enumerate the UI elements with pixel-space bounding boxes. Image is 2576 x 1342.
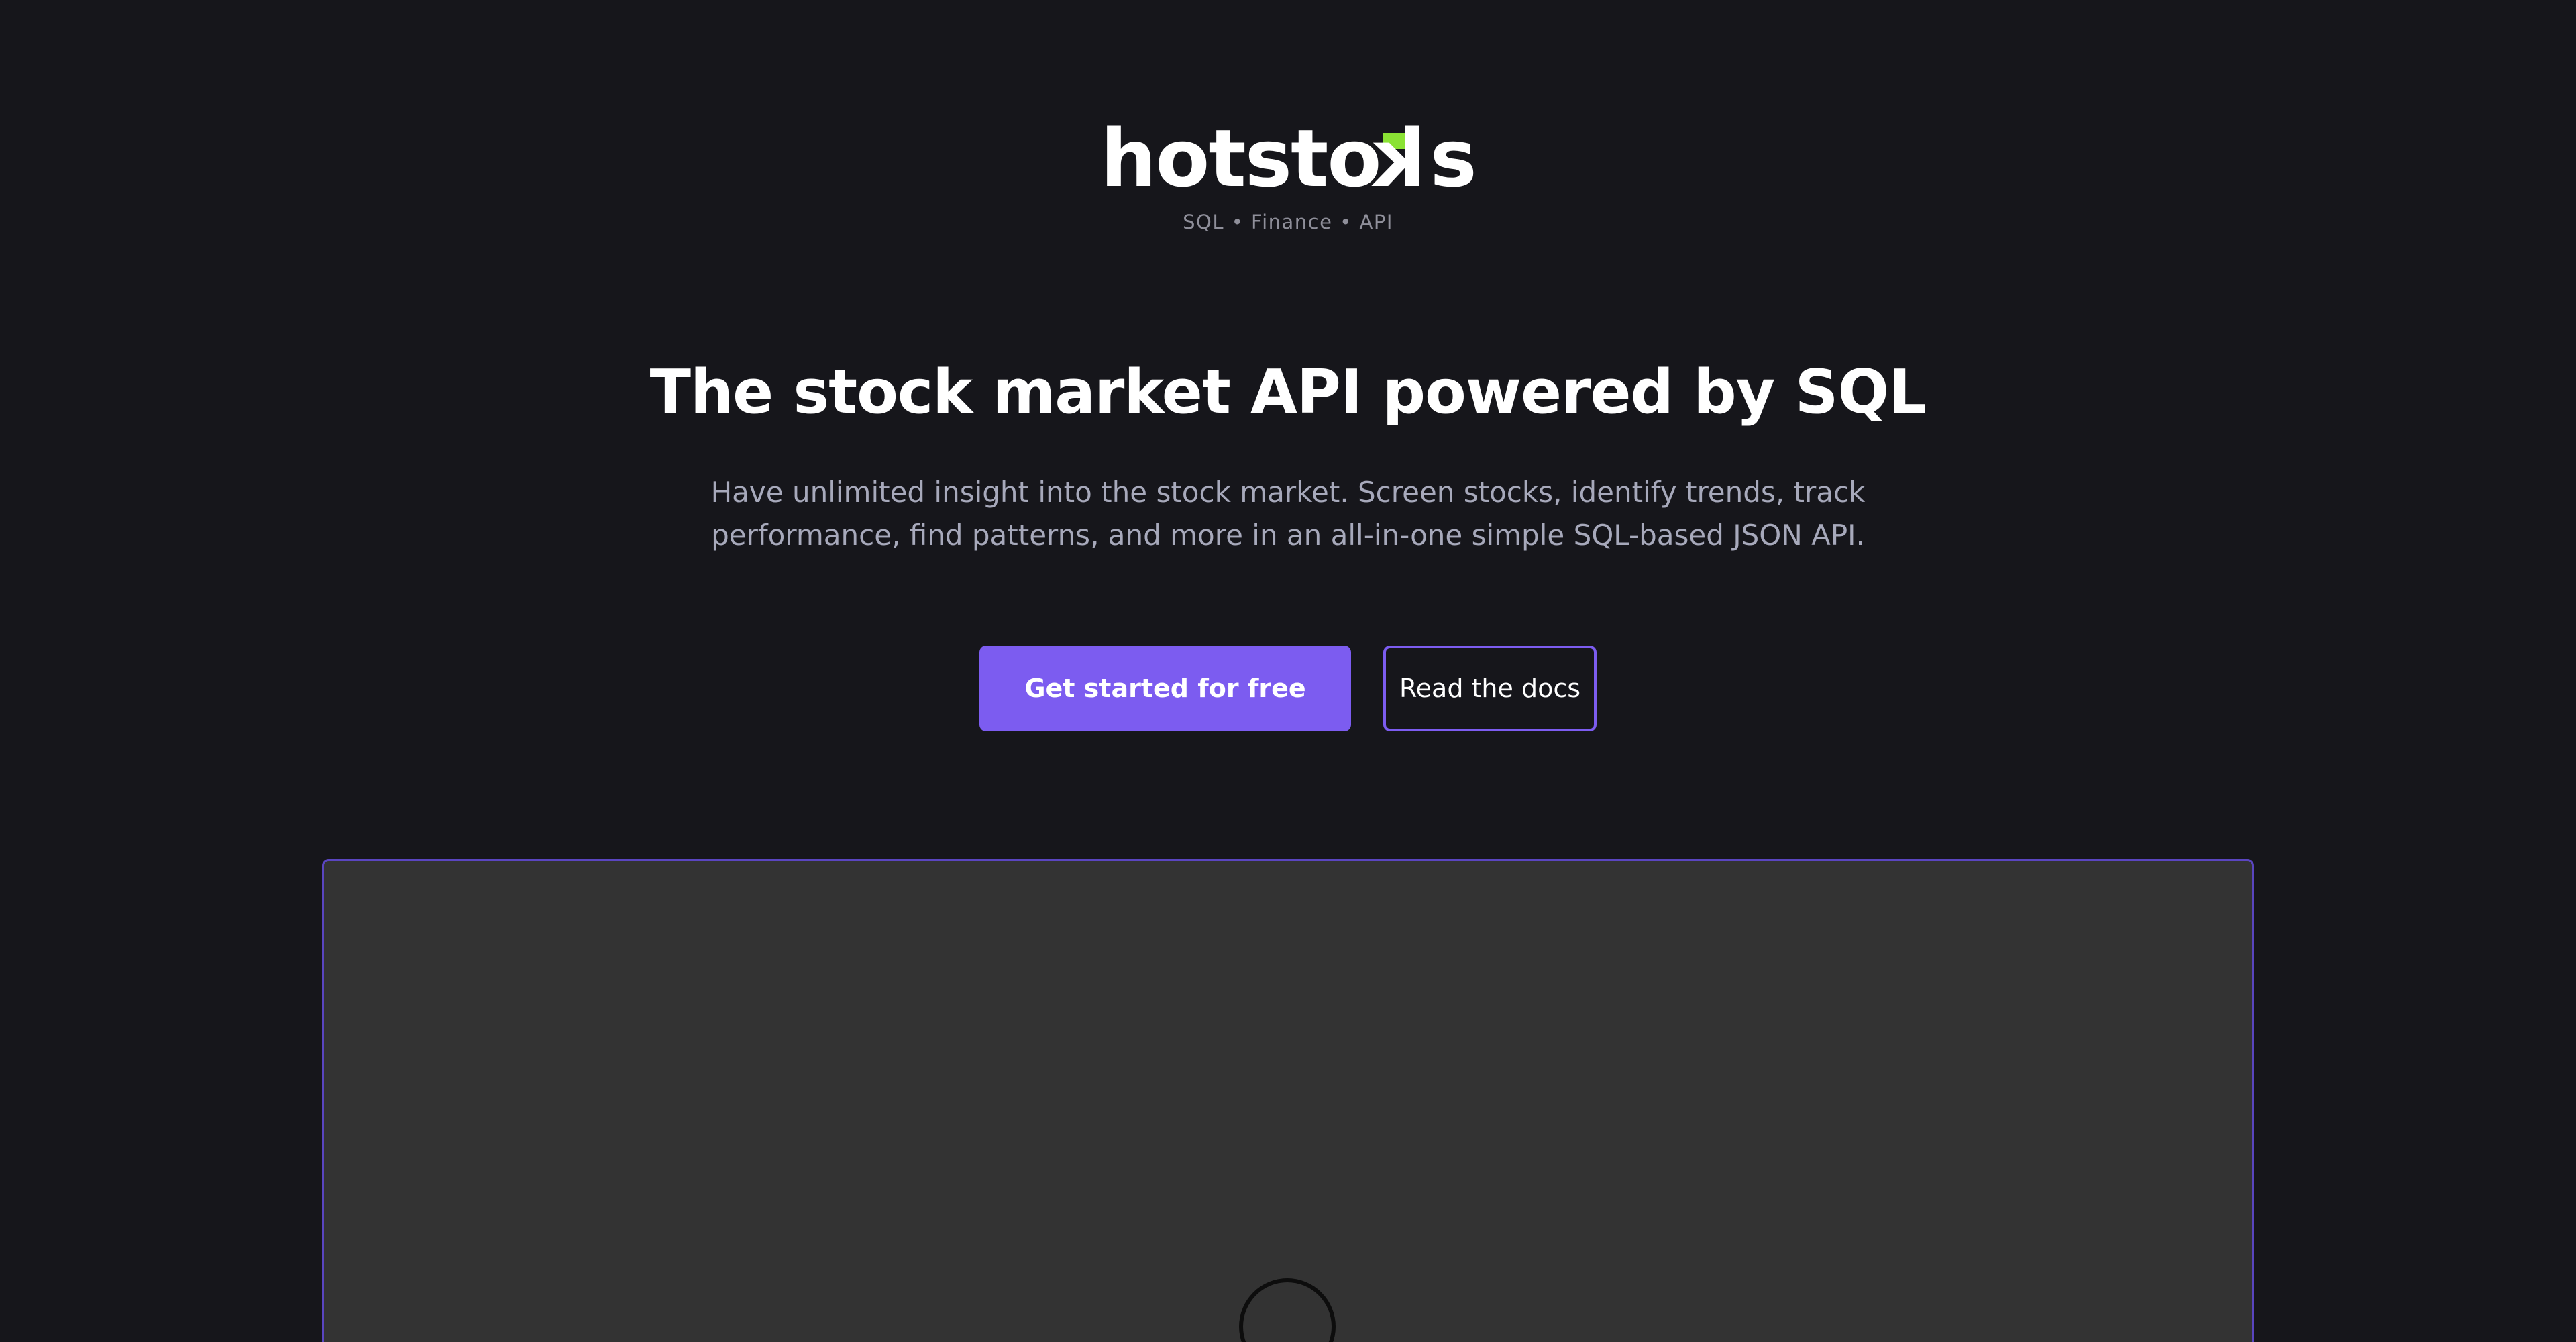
brand-header: hotsto k s SQL • Finance • API — [0, 112, 2576, 234]
logo-text-prefix: hotsto — [1100, 112, 1381, 205]
logo-text-suffix: s — [1430, 112, 1477, 205]
logo[interactable]: hotsto k s — [1100, 112, 1477, 205]
read-docs-button[interactable]: Read the docs — [1383, 646, 1597, 731]
logo-flipped-k: k — [1373, 112, 1426, 205]
spinner-icon — [1239, 1278, 1336, 1342]
hero-subtext: Have unlimited insight into the stock ma… — [710, 476, 1866, 552]
cta-row: Get started for free Read the docs — [0, 646, 2576, 731]
tagline: SQL • Finance • API — [1183, 211, 1393, 234]
hero-headline: The stock market API powered by SQL — [649, 357, 1927, 427]
demo-panel — [322, 859, 2254, 1342]
get-started-button[interactable]: Get started for free — [979, 646, 1351, 731]
logo-k-letter: k — [1373, 112, 1426, 205]
